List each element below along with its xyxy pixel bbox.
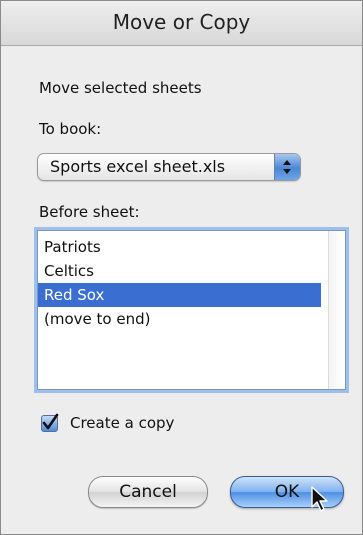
- title-bar: Move or Copy: [1, 1, 362, 46]
- to-book-label: To book:: [39, 120, 102, 138]
- list-item[interactable]: Patriots: [38, 235, 321, 259]
- arrow-cursor-icon: [311, 486, 328, 512]
- list-scrollbar[interactable]: [328, 231, 345, 389]
- before-sheet-label: Before sheet:: [39, 203, 140, 221]
- move-or-copy-dialog: Move or Copy Move selected sheets To boo…: [0, 0, 363, 535]
- to-book-popup[interactable]: Sports excel sheet.xls: [37, 153, 301, 181]
- create-copy-checkbox[interactable]: [41, 413, 59, 432]
- move-selected-sheets-label: Move selected sheets: [39, 79, 202, 97]
- up-down-chevron-icon: [274, 154, 300, 180]
- dialog-title: Move or Copy: [112, 10, 251, 34]
- list-item[interactable]: (move to end): [38, 307, 321, 331]
- list-item[interactable]: Celtics: [38, 259, 321, 283]
- before-sheet-list[interactable]: Patriots Celtics Red Sox (move to end): [37, 230, 346, 390]
- create-copy-label[interactable]: Create a copy: [70, 414, 174, 432]
- checkmark-icon: [42, 413, 59, 430]
- list-item-selected[interactable]: Red Sox: [38, 283, 321, 307]
- to-book-value: Sports excel sheet.xls: [50, 157, 226, 176]
- cancel-button[interactable]: Cancel: [88, 476, 208, 508]
